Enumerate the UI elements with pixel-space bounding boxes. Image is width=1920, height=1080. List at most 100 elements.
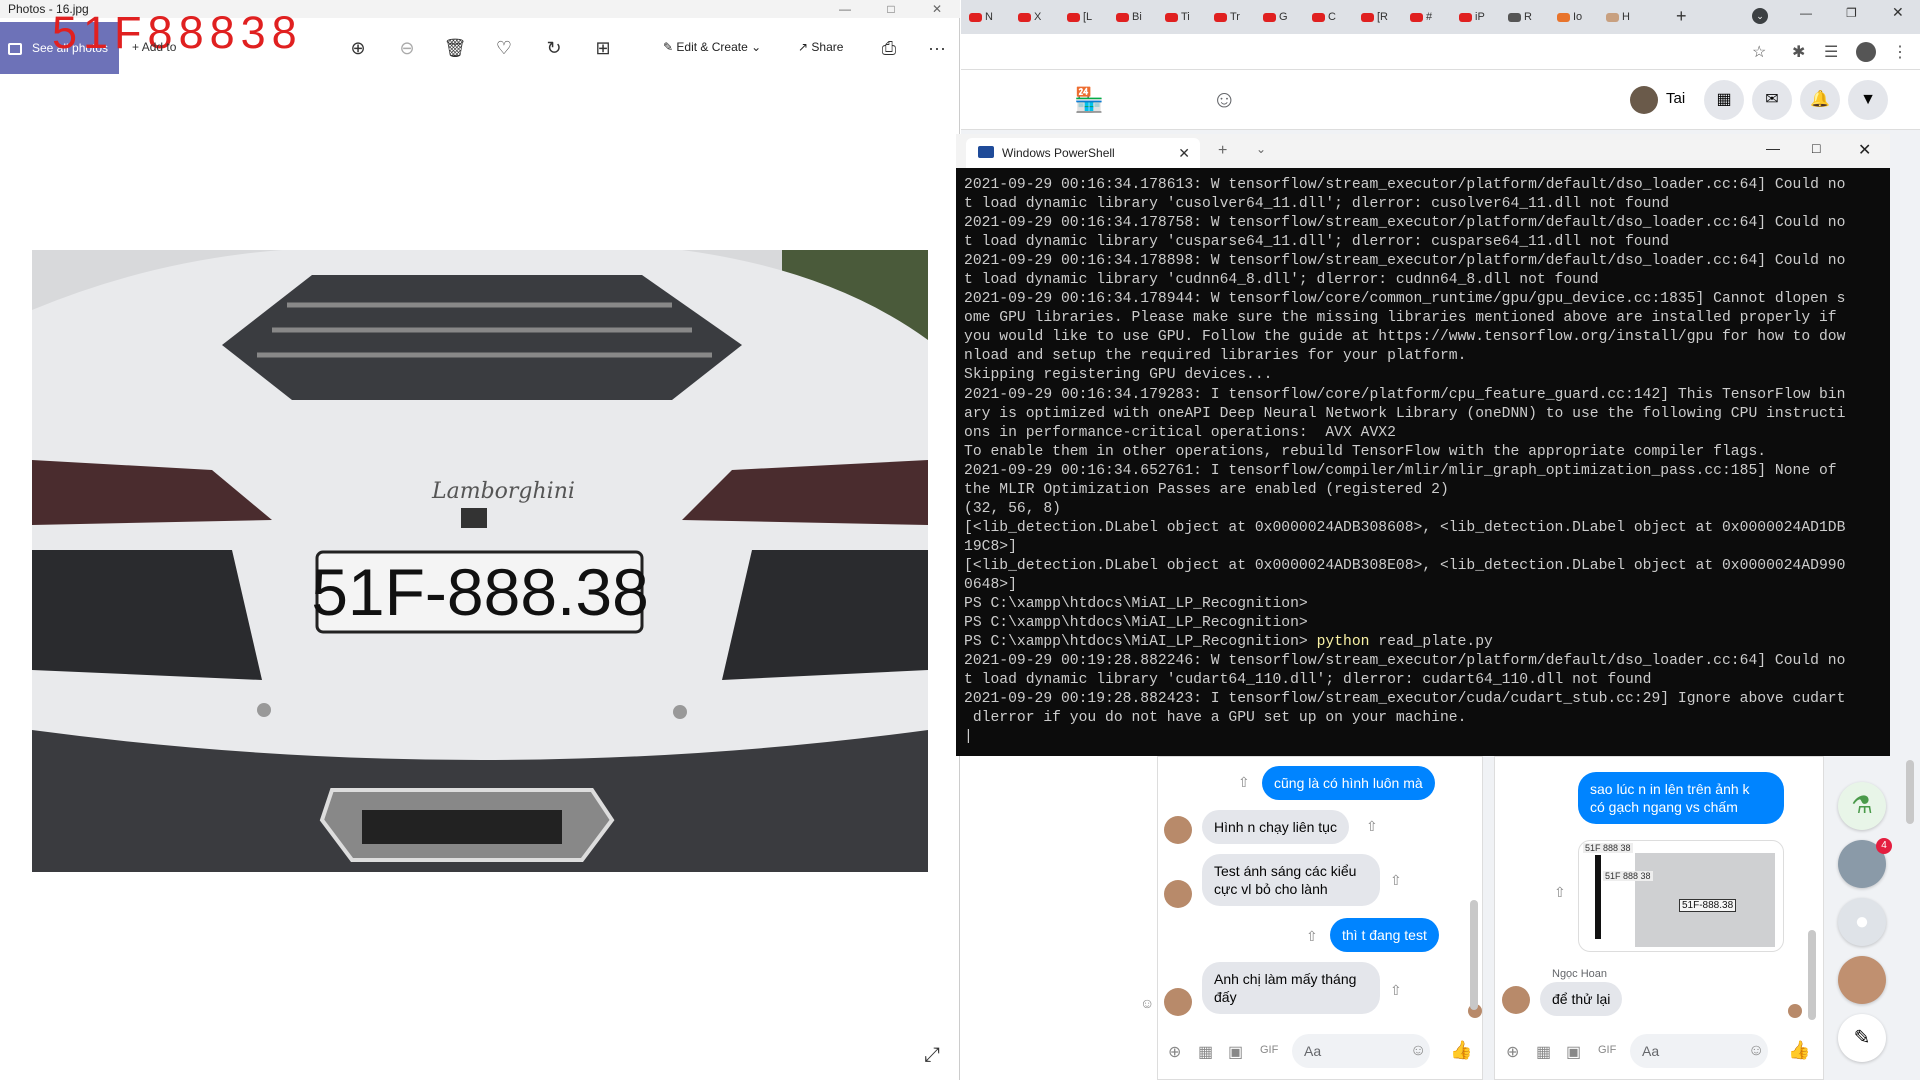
share-icon[interactable]: ⇧	[1390, 982, 1402, 999]
emoji-icon[interactable]: ☺	[1410, 1042, 1426, 1060]
tab-label: Tr	[1230, 11, 1240, 23]
zoom-out-icon[interactable]: ⊖	[395, 36, 419, 60]
chat-head-avatar[interactable]	[1838, 956, 1886, 1004]
new-tab-button[interactable]: +	[1676, 6, 1687, 27]
photos-icon	[8, 42, 22, 55]
crop-icon[interactable]: ⊞	[591, 36, 615, 60]
add-to-button[interactable]: + Add to	[132, 40, 176, 54]
terminal-line: ome GPU libraries. Please make sure the …	[964, 310, 1837, 327]
browser-menu-icon[interactable]: ⋮	[1892, 42, 1908, 62]
plus-circle-icon[interactable]: ⊕	[1506, 1042, 1519, 1062]
sticker-icon[interactable]: ▣	[1228, 1042, 1243, 1062]
powershell-icon	[978, 146, 994, 158]
share-icon[interactable]: ⇧	[1366, 818, 1378, 835]
share-icon[interactable]: ⇧	[1390, 872, 1402, 889]
image-icon[interactable]: ▦	[1536, 1042, 1551, 1062]
favorite-icon[interactable]: ♡	[492, 36, 516, 60]
share-icon[interactable]: ⇧	[1306, 928, 1318, 945]
message-bubble-sent: cũng là có hình luôn mà	[1262, 766, 1435, 800]
share-label: Share	[811, 40, 844, 54]
user-name[interactable]: Tai	[1666, 90, 1685, 107]
gif-icon[interactable]: GIF	[1598, 1044, 1616, 1056]
browser-tab[interactable]: [R	[1355, 6, 1400, 28]
ps-minimize-button[interactable]: —	[1766, 140, 1780, 156]
browser-minimize-button[interactable]: —	[1800, 6, 1812, 20]
emoji-icon[interactable]: ☺	[1748, 1042, 1764, 1060]
browser-restore-button[interactable]: ❐	[1846, 6, 1857, 20]
chat2-scrollbar[interactable]	[1808, 930, 1816, 1020]
terminal-line: 2021-09-29 00:16:34.178613: W tensorflow…	[964, 177, 1846, 193]
like-icon[interactable]: 👍	[1450, 1040, 1472, 1061]
close-button[interactable]: ✕	[914, 0, 960, 18]
terminal-line: ary is optimized with oneAPI Deep Neural…	[964, 405, 1846, 422]
print-icon[interactable]: ⎙	[877, 36, 901, 60]
browser-tab[interactable]: R	[1502, 6, 1547, 28]
thumb-bar	[1595, 855, 1601, 939]
sticker-icon[interactable]: ▣	[1566, 1042, 1581, 1062]
notifications-icon[interactable]: 🔔	[1800, 80, 1840, 120]
minimize-button[interactable]: —	[822, 0, 868, 18]
browser-tab[interactable]: Tr	[1208, 6, 1253, 28]
groups-icon[interactable]: ☺	[1212, 86, 1237, 114]
terminal-line: 2021-09-29 00:16:34.179283: I tensorflow…	[964, 386, 1846, 403]
like-icon[interactable]: 👍	[1788, 1040, 1810, 1061]
terminal-line: 19C8>]	[964, 538, 1017, 555]
extensions-icon[interactable]: ✱	[1792, 42, 1805, 62]
browser-tab[interactable]: Io	[1551, 6, 1596, 28]
messenger-icon[interactable]: ✉	[1752, 80, 1792, 120]
powershell-tab[interactable]: Windows PowerShell ✕	[966, 138, 1200, 168]
avatar	[1164, 816, 1192, 844]
share-icon[interactable]: ⇧	[1238, 774, 1250, 791]
terminal-line: [<lib_detection.DLabel object at 0x00000…	[964, 519, 1846, 536]
browser-tab[interactable]: H	[1600, 6, 1645, 28]
ps-close-button[interactable]: ✕	[1858, 140, 1871, 160]
gif-icon[interactable]: GIF	[1260, 1044, 1278, 1056]
command: python	[1316, 634, 1370, 651]
chat-emoji-icon[interactable]: ☺	[1140, 995, 1154, 1011]
image-icon[interactable]: ▦	[1198, 1042, 1213, 1062]
menu-grid-icon[interactable]: ▦	[1704, 80, 1744, 120]
browser-tab[interactable]: Bi	[1110, 6, 1155, 28]
edit-create-button[interactable]: ✎ Edit & Create ⌄	[663, 40, 761, 54]
image-attachment[interactable]: 51F 888 38 51F 888 38 51F-888.38	[1578, 840, 1784, 952]
browser-tab[interactable]: Ti	[1159, 6, 1204, 28]
bookmark-star-icon[interactable]: ☆	[1752, 42, 1766, 62]
more-button[interactable]: ···	[925, 36, 949, 60]
tab-close-icon[interactable]: ✕	[1178, 138, 1190, 168]
rotate-icon[interactable]: ↻	[542, 36, 566, 60]
plus-circle-icon[interactable]: ⊕	[1168, 1042, 1181, 1062]
flask-icon[interactable]: ⚗	[1838, 782, 1886, 830]
browser-tab[interactable]: C	[1306, 6, 1351, 28]
address-bar[interactable]	[961, 34, 1920, 70]
person-icon[interactable]: ●	[1838, 898, 1886, 946]
browser-tab[interactable]: #	[1404, 6, 1449, 28]
browser-tab[interactable]: N	[963, 6, 1008, 28]
new-message-icon[interactable]: ✎	[1838, 1014, 1886, 1062]
delete-icon[interactable]: 🗑	[443, 36, 467, 60]
share-button[interactable]: ↗ Share	[798, 40, 843, 54]
browser-tab[interactable]: [L	[1061, 6, 1106, 28]
browser-tab[interactable]: X	[1012, 6, 1057, 28]
youtube-icon	[1165, 12, 1178, 22]
terminal-output[interactable]: 2021-09-29 00:16:34.178613: W tensorflow…	[964, 176, 1874, 754]
page-scrollbar[interactable]	[1906, 760, 1914, 824]
browser-tab[interactable]: G	[1257, 6, 1302, 28]
user-avatar[interactable]	[1630, 86, 1658, 114]
zoom-in-icon[interactable]: ⊕	[346, 36, 370, 60]
browser-tab[interactable]: iP	[1453, 6, 1498, 28]
account-chevron-icon[interactable]: ▼	[1848, 80, 1888, 120]
profile-avatar[interactable]	[1856, 42, 1876, 62]
terminal-line: the MLIR Optimization Passes are enabled…	[964, 481, 1449, 498]
marketplace-icon[interactable]: 🏪	[1074, 86, 1104, 115]
media-icon[interactable]: ☰	[1824, 42, 1838, 62]
browser-close-button[interactable]: ✕	[1892, 4, 1904, 21]
dropdown-chevron-icon[interactable]: ⌄	[1256, 142, 1266, 156]
maximize-button[interactable]: □	[868, 0, 914, 18]
share-icon[interactable]: ⇧	[1554, 884, 1566, 901]
tab-search-icon[interactable]: ⌄	[1752, 8, 1768, 24]
expand-icon[interactable]: ⤢	[924, 1044, 940, 1067]
new-tab-icon[interactable]: +	[1218, 142, 1227, 160]
chat1-scrollbar[interactable]	[1470, 900, 1478, 1010]
terminal-line: dlerror if you do not have a GPU set up …	[964, 710, 1467, 727]
ps-maximize-button[interactable]: □	[1812, 140, 1820, 156]
